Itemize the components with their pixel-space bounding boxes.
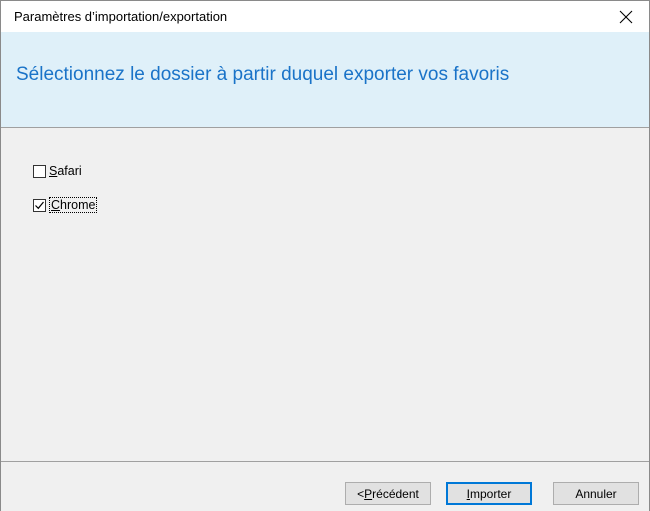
import-button[interactable]: Importer (446, 482, 532, 505)
previous-button[interactable]: < Précédent (345, 482, 431, 505)
window-title: Paramètres d’importation/exportation (14, 9, 228, 24)
close-button[interactable] (603, 1, 649, 32)
safari-label: Safari (49, 164, 82, 178)
browser-options-panel: Safari Chrome (1, 128, 649, 461)
option-safari[interactable]: Safari (33, 164, 82, 178)
cancel-button[interactable]: Annuler (553, 482, 639, 505)
header-title: Sélectionnez le dossier à partir duquel … (16, 64, 510, 85)
chrome-label: Chrome (49, 197, 98, 213)
checkmark-icon (35, 201, 44, 209)
option-chrome[interactable]: Chrome (33, 197, 98, 213)
safari-checkbox[interactable] (33, 164, 46, 178)
dialog-header: Sélectionnez le dossier à partir duquel … (1, 32, 649, 128)
close-icon (619, 10, 633, 23)
import-export-dialog: Paramètres d’importation/exportation Sél… (0, 0, 650, 511)
chrome-checkbox[interactable] (33, 198, 46, 212)
dialog-footer: < Précédent Importer Annuler (1, 461, 649, 511)
title-bar: Paramètres d’importation/exportation (1, 1, 649, 32)
